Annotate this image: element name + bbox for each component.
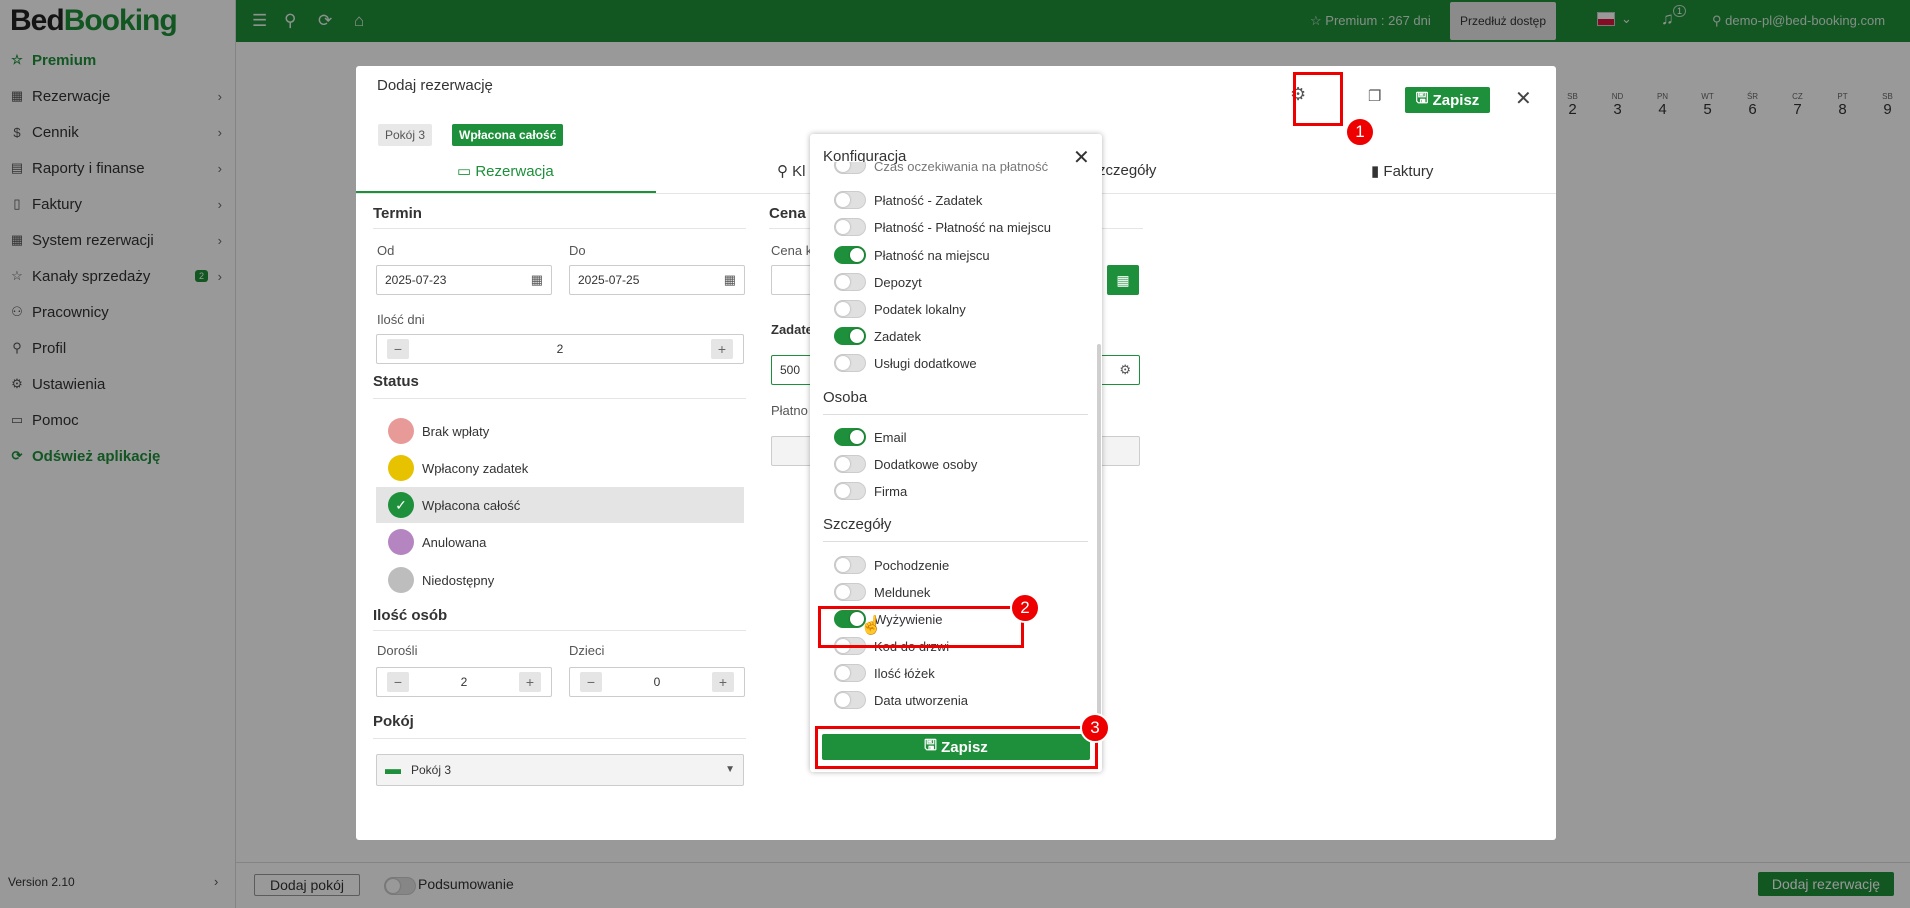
tab-reservation[interactable]: ▭ Rezerwacja [457,162,554,180]
toggle-switch[interactable] [834,428,866,446]
status-dot [388,567,414,593]
status-dot [388,529,414,555]
close-icon[interactable]: ✕ [1073,145,1090,170]
annotation-marker: 1 [1345,117,1375,147]
room-section-title: Pokój [373,713,414,730]
adults-label: Dorośli [377,643,418,658]
toggle-origin[interactable]: Pochodzenie [834,555,949,575]
modal-save-button[interactable]: 🖫 Zapisz [1405,87,1490,113]
user-icon: ⚲ [777,163,793,180]
deposit-label: Zadate [771,322,813,337]
status-option[interactable]: Wpłacony zadatek [376,450,744,486]
toggle-extra-services[interactable]: Usługi dodatkowe [834,353,977,373]
toggle-switch[interactable] [834,482,866,500]
toggle-payment-onsite-payment[interactable]: Płatność - Płatność na miejscu [834,217,1051,237]
calendar-icon: ▦ [530,272,543,287]
tab-client[interactable]: ⚲ Kl [777,162,806,180]
divider [373,738,746,739]
children-label: Dzieci [569,643,605,658]
status-option[interactable]: Anulowana [376,524,744,560]
term-section-title: Termin [373,205,422,222]
increment-button[interactable]: + [712,672,734,692]
pointer-cursor-icon: ☝ [860,615,883,635]
close-icon[interactable]: ✕ [1515,86,1532,111]
status-option-selected[interactable]: ✓ Wpłacona całość [376,487,744,523]
divider [823,414,1088,415]
divider [373,630,746,631]
payment-label: Płatno [771,403,808,418]
toggle-switch[interactable] [834,583,866,601]
toggle-email[interactable]: Email [834,427,907,447]
toggle-company[interactable]: Firma [834,481,907,501]
toggle-switch[interactable] [834,191,866,209]
toggle-switch[interactable] [834,556,866,574]
tab-invoices[interactable]: ▮ Faktury [1371,162,1433,180]
toggle-security-deposit[interactable]: Depozyt [834,272,922,292]
toggle-switch[interactable] [834,218,866,236]
toggle-switch[interactable] [834,354,866,372]
days-label: Ilość dni [377,312,425,327]
copy-icon[interactable]: ❐ [1368,87,1381,105]
divider [823,541,1088,542]
toggle-switch[interactable] [834,455,866,473]
status-option[interactable]: Niedostępny [376,562,744,598]
toggle-bed-count[interactable]: Ilość łóżek [834,663,935,683]
annotation-marker: 2 [1010,593,1040,623]
details-section-title: Szczegóły [823,516,892,533]
save-icon: 🖫 [1415,89,1433,107]
to-date-field[interactable]: 2025-07-25 ▦ [569,265,745,295]
invoice-icon: ▮ [1371,163,1384,180]
bed-icon: ▬ [385,761,401,778]
children-stepper: − 0 + [569,667,745,697]
persons-section-title: Ilość osób [373,607,448,624]
toggle-switch[interactable] [834,300,866,318]
toggle-switch[interactable] [834,246,866,264]
caret-down-icon: ▼ [725,764,735,775]
status-section-title: Status [373,373,419,390]
scrollbar[interactable] [1097,344,1101,720]
tab-details[interactable]: zczegóły [1098,162,1156,179]
room-pill: Pokój 3 [378,124,433,146]
toggle-switch[interactable] [834,273,866,291]
price-label: Cena k [771,243,813,258]
toggle-switch[interactable] [834,327,866,345]
increment-button[interactable]: + [711,339,733,359]
status-pill: Wpłacona całość [452,124,564,146]
annotation-box [1293,72,1343,126]
check-icon: ✓ [388,492,414,518]
toggle-additional-persons[interactable]: Dodatkowe osoby [834,454,977,474]
status-option[interactable]: Brak wpłaty [376,413,744,449]
toggle-payment-deposit[interactable]: Płatność - Zadatek [834,190,982,210]
calendar-icon: ▭ [457,163,476,180]
price-section-title: Cena [769,205,806,222]
toggle-creation-date[interactable]: Data utworzenia [834,690,968,710]
gear-icon: ⚙ [1119,362,1131,377]
annotation-box [818,606,1024,648]
toggle-local-tax[interactable]: Podatek lokalny [834,299,966,319]
toggle-switch[interactable] [834,691,866,709]
status-dot [388,455,414,481]
annotation-marker: 3 [1080,713,1110,743]
from-date-field[interactable]: 2025-07-23 ▦ [376,265,552,295]
to-label: Do [569,243,586,258]
divider [373,398,746,399]
divider [373,228,746,229]
calculator-icon[interactable]: ▦ [1107,265,1139,295]
modal-title: Dodaj rezerwację [377,77,493,94]
calendar-icon: ▦ [723,272,736,287]
toggle-payment-wait[interactable]: Czas oczekiwania na płatność [834,162,1048,174]
toggle-switch[interactable] [834,664,866,682]
room-select[interactable]: ▬ Pokój 3 ▼ [376,754,744,786]
from-label: Od [377,243,395,258]
toggle-switch[interactable] [834,162,866,174]
annotation-box [815,726,1098,769]
toggle-deposit[interactable]: Zadatek [834,326,921,346]
adults-stepper: − 2 + [376,667,552,697]
toggle-check-in[interactable]: Meldunek [834,582,930,602]
days-stepper: − 2 + [376,334,744,364]
toggle-payment-onsite[interactable]: Płatność na miejscu [834,245,990,265]
status-dot [388,418,414,444]
increment-button[interactable]: + [519,672,541,692]
person-section-title: Osoba [823,389,868,406]
